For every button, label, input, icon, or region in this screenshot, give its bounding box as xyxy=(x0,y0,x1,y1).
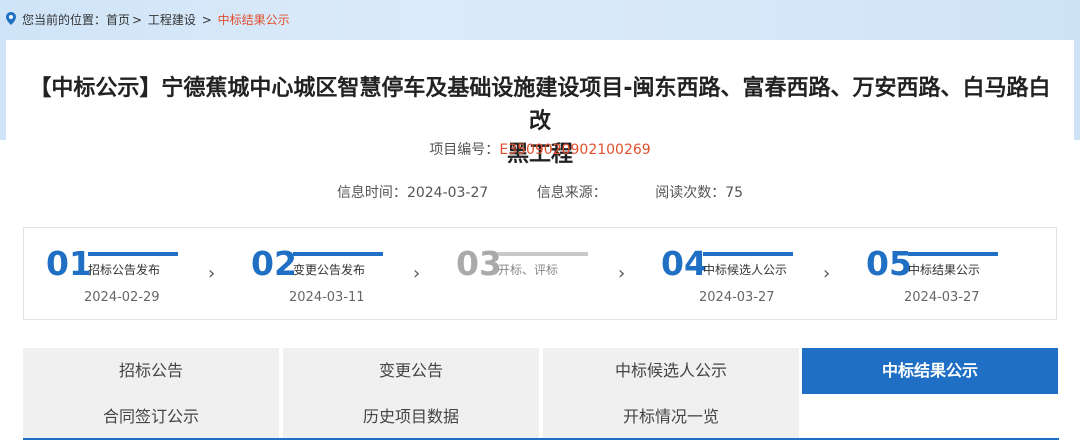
step-date: 2024-03-27 xyxy=(904,290,980,305)
step-label: 变更公告发布 xyxy=(293,263,366,277)
tab-contract-signing[interactable]: 合同签订公示 xyxy=(23,394,279,440)
step-bar xyxy=(293,252,383,256)
page-title-line1: 【中标公示】宁德蕉城中心城区智慧停车及基础设施建设项目-闽东西路、富春西路、万安… xyxy=(29,76,1051,134)
breadcrumb: 您当前的位置：首页 > 工程建设 > 中标结果公示 xyxy=(6,10,290,30)
step-label: 开标、评标 xyxy=(498,263,559,277)
step-date: 2024-03-27 xyxy=(699,290,775,305)
info-time-value: 2024-03-27 xyxy=(406,185,489,201)
chevron-right-icon: › xyxy=(208,263,216,284)
tab-history-data[interactable]: 历史项目数据 xyxy=(283,394,539,440)
step-number: 05 xyxy=(866,244,912,283)
step-number: 01 xyxy=(46,244,92,283)
step-bar xyxy=(88,252,178,256)
content-card: 【中标公示】宁德蕉城中心城区智慧停车及基础设施建设项目-闽东西路、富春西路、万安… xyxy=(6,40,1074,443)
tab-candidate-notice[interactable]: 中标候选人公示 xyxy=(543,348,799,394)
info-views: 阅读次数：75 xyxy=(655,185,743,201)
chevron-right-icon: › xyxy=(823,263,831,284)
tab-award-result[interactable]: 中标结果公示 xyxy=(802,348,1058,394)
step-label: 中标候选人公示 xyxy=(703,263,788,277)
step-bar xyxy=(703,252,793,256)
info-views-label: 阅读次数： xyxy=(655,185,726,201)
breadcrumb-section-link[interactable]: 工程建设 xyxy=(148,13,196,27)
breadcrumb-home-link[interactable]: 首页 xyxy=(106,13,130,27)
step-bar xyxy=(498,252,588,256)
project-number-value: E3509020902100269 xyxy=(499,142,651,158)
breadcrumb-current: 中标结果公示 xyxy=(217,13,290,27)
info-views-value: 75 xyxy=(725,185,744,201)
info-source: 信息来源： xyxy=(537,185,607,201)
breadcrumb-prefix: 您当前的位置： xyxy=(22,13,107,27)
step-label: 中标结果公示 xyxy=(908,263,981,277)
location-pin-icon xyxy=(6,11,16,31)
info-time-label: 信息时间： xyxy=(336,185,407,201)
step-date: 2024-03-11 xyxy=(289,290,365,305)
step-number: 04 xyxy=(661,244,707,283)
info-time: 信息时间：2024-03-27 xyxy=(337,185,488,201)
step-date: 2024-02-29 xyxy=(84,290,160,305)
project-number: 项目编号：E3509020902100269 xyxy=(6,140,1074,160)
info-meta: 信息时间：2024-03-27 信息来源： 阅读次数：75 xyxy=(6,183,1074,203)
step-number: 03 xyxy=(456,244,502,283)
chevron-right-icon: › xyxy=(413,263,421,284)
step-bar xyxy=(908,252,998,256)
step-label: 招标公告发布 xyxy=(88,263,161,277)
tab-bar: 招标公告 变更公告 中标候选人公示 中标结果公示 合同签订公示 历史项目数据 开… xyxy=(23,348,1059,443)
tab-bid-notice[interactable]: 招标公告 xyxy=(23,348,279,394)
breadcrumb-separator: > xyxy=(132,13,146,27)
tab-bid-opening[interactable]: 开标情况一览 xyxy=(543,394,799,440)
tab-change-notice[interactable]: 变更公告 xyxy=(283,348,539,394)
chevron-right-icon: › xyxy=(618,263,626,284)
breadcrumb-separator: > xyxy=(197,13,216,27)
info-source-label: 信息来源： xyxy=(536,185,607,201)
progress-steps: 01 招标公告发布 2024-02-29 › 02 变更公告发布 2024-03… xyxy=(23,227,1057,320)
tab-underline xyxy=(23,438,1059,440)
project-number-label: 项目编号： xyxy=(429,142,500,158)
step-number: 02 xyxy=(251,244,297,283)
